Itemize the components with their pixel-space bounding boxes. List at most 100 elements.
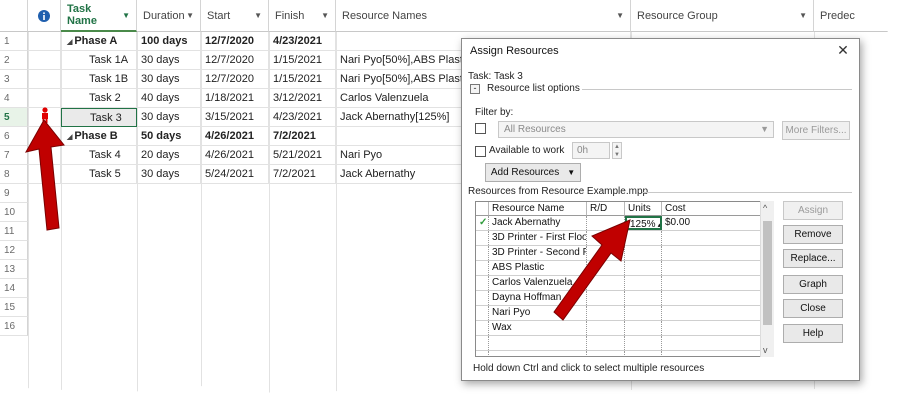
resource-name-cell[interactable]: 3D Printer - First Floor: [489, 231, 587, 245]
start-cell[interactable]: 5/24/2021: [201, 165, 269, 184]
info-cell[interactable]: [28, 32, 61, 51]
resource-row[interactable]: [476, 351, 762, 356]
start-cell[interactable]: 12/7/2020: [201, 51, 269, 70]
resource-units-cell[interactable]: [625, 321, 662, 335]
rd-header[interactable]: R/D: [587, 202, 625, 216]
start-cell[interactable]: 4/26/2021: [201, 146, 269, 165]
resource-name-cell[interactable]: 3D Printer - Second Fl: [489, 246, 587, 260]
row-number[interactable]: 2: [0, 51, 28, 70]
resource-units-cell[interactable]: [625, 351, 662, 356]
resource-cost-cell[interactable]: [662, 276, 762, 290]
task-name-cell[interactable]: ◢ Phase B: [61, 127, 137, 146]
resource-cost-cell[interactable]: [662, 321, 762, 335]
collapse-toggle[interactable]: -: [470, 84, 480, 94]
task-name-cell[interactable]: Task 2: [61, 89, 137, 108]
resource-cost-cell[interactable]: [662, 336, 762, 350]
chevron-down-icon[interactable]: ▼: [186, 11, 194, 20]
resource-select-cell[interactable]: [476, 246, 489, 260]
task-name-cell[interactable]: Task 1B: [61, 70, 137, 89]
duration-header[interactable]: Duration ▼: [137, 0, 201, 32]
available-hours-spinner[interactable]: ▲ ▼: [612, 142, 622, 159]
resource-units-cell[interactable]: [625, 276, 662, 290]
resource-name-cell[interactable]: Jack Abernathy: [489, 216, 587, 230]
resource-rd-cell[interactable]: [587, 276, 625, 290]
chevron-down-icon[interactable]: ▼: [321, 11, 329, 20]
resource-row[interactable]: Carlos Valenzuela: [476, 276, 762, 291]
resource-cost-cell[interactable]: [662, 351, 762, 356]
cost-header[interactable]: Cost: [662, 202, 762, 216]
task-name-header[interactable]: Task Name ▼: [61, 0, 137, 32]
chevron-down-icon[interactable]: ▼: [799, 11, 807, 20]
finish-cell[interactable]: 7/2/2021: [269, 165, 336, 184]
finish-cell[interactable]: 4/23/2021: [269, 32, 336, 51]
row-number[interactable]: 10: [0, 203, 28, 222]
resource-select-cell[interactable]: [476, 306, 489, 320]
row-number[interactable]: 11: [0, 222, 28, 241]
duration-cell[interactable]: 50 days: [137, 127, 201, 146]
chevron-up-icon[interactable]: ^: [763, 203, 767, 213]
resource-row[interactable]: [476, 336, 762, 351]
chevron-down-icon[interactable]: ▼: [254, 11, 262, 20]
finish-header[interactable]: Finish ▼: [269, 0, 336, 32]
resource-select-cell[interactable]: [476, 261, 489, 275]
resource-cost-cell[interactable]: [662, 291, 762, 305]
resource-select-cell[interactable]: [476, 291, 489, 305]
finish-cell[interactable]: 3/12/2021: [269, 89, 336, 108]
duration-cell[interactable]: 30 days: [137, 165, 201, 184]
units-header[interactable]: Units: [625, 202, 662, 216]
add-resources-button[interactable]: Add Resources ▼: [485, 163, 581, 182]
filter-select[interactable]: All Resources ▼: [498, 121, 774, 138]
task-name-cell[interactable]: Task 5: [61, 165, 137, 184]
resource-name-cell[interactable]: [489, 336, 587, 350]
resource-units-cell[interactable]: [625, 231, 662, 245]
resource-rd-cell[interactable]: [587, 351, 625, 356]
duration-cell[interactable]: 40 days: [137, 89, 201, 108]
resource-cost-cell[interactable]: [662, 246, 762, 260]
task-name-cell[interactable]: Task 3: [61, 108, 137, 127]
start-cell[interactable]: 1/18/2021: [201, 89, 269, 108]
row-number[interactable]: 8: [0, 165, 28, 184]
row-number[interactable]: 16: [0, 317, 28, 336]
finish-cell[interactable]: 1/15/2021: [269, 70, 336, 89]
more-filters-button[interactable]: More Filters...: [782, 121, 850, 140]
resource-name-cell[interactable]: ABS Plastic: [489, 261, 587, 275]
start-header[interactable]: Start ▼: [201, 0, 269, 32]
remove-button[interactable]: Remove: [783, 225, 843, 244]
info-cell[interactable]: [28, 127, 61, 146]
resource-rd-cell[interactable]: [587, 261, 625, 275]
duration-cell[interactable]: 30 days: [137, 108, 201, 127]
resource-cost-cell[interactable]: [662, 306, 762, 320]
chevron-down-icon[interactable]: v: [763, 345, 768, 355]
graph-button[interactable]: Graph: [783, 275, 843, 294]
available-to-work-checkbox[interactable]: [475, 146, 486, 157]
row-number[interactable]: 9: [0, 184, 28, 203]
info-column-header[interactable]: [28, 0, 61, 32]
info-cell[interactable]: [28, 70, 61, 89]
row-number[interactable]: 5: [0, 108, 28, 127]
resource-select-cell[interactable]: [476, 321, 489, 335]
resource-row[interactable]: 3D Printer - First Floor: [476, 231, 762, 246]
task-name-cell[interactable]: Task 1A: [61, 51, 137, 70]
resource-names-header[interactable]: Resource Names ▼: [336, 0, 631, 32]
duration-cell[interactable]: 20 days: [137, 146, 201, 165]
start-cell[interactable]: 4/26/2021: [201, 127, 269, 146]
resource-rd-cell[interactable]: [587, 291, 625, 305]
task-name-cell[interactable]: ◢ Phase A: [61, 32, 137, 51]
resource-row[interactable]: Wax: [476, 321, 762, 336]
resource-name-cell[interactable]: Carlos Valenzuela: [489, 276, 587, 290]
resource-units-cell[interactable]: [625, 306, 662, 320]
finish-cell[interactable]: 4/23/2021: [269, 108, 336, 127]
resource-select-cell[interactable]: [476, 276, 489, 290]
chevron-down-icon[interactable]: ▼: [616, 11, 624, 20]
resource-rd-cell[interactable]: [587, 216, 625, 230]
resource-name-cell[interactable]: Wax: [489, 321, 587, 335]
resource-rd-cell[interactable]: [587, 231, 625, 245]
finish-cell[interactable]: 7/2/2021: [269, 127, 336, 146]
scrollbar-thumb[interactable]: [763, 221, 772, 325]
info-cell[interactable]: [28, 89, 61, 108]
chevron-down-icon[interactable]: ▼: [122, 11, 130, 20]
resource-name-cell[interactable]: [489, 351, 587, 356]
resource-select-cell[interactable]: [476, 231, 489, 245]
resource-select-cell[interactable]: [476, 351, 489, 356]
predecessors-header[interactable]: Predec: [814, 0, 890, 32]
